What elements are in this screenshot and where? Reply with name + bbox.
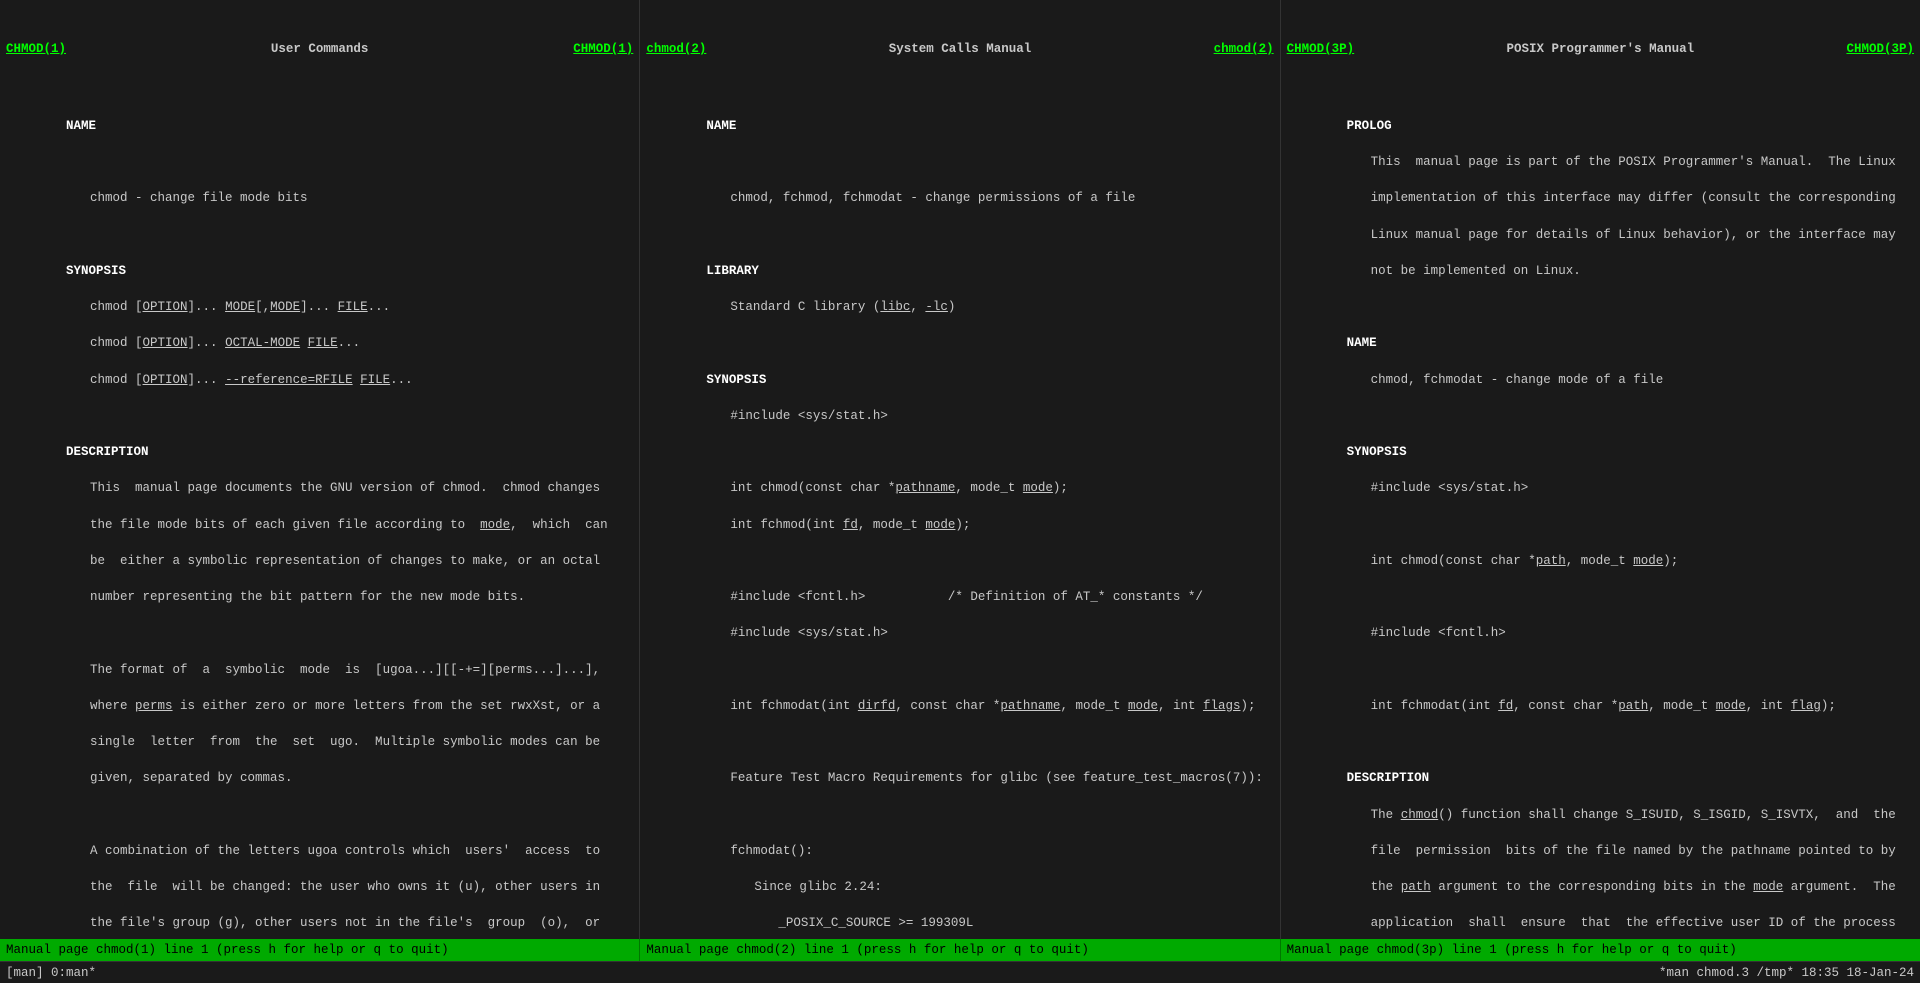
status-bar-3: Manual page chmod(3p) line 1 (press h fo… <box>1280 939 1920 961</box>
panels-container: CHMOD(1) User Commands CHMOD(1) NAME chm… <box>0 0 1920 939</box>
cmd-bar-left: [man] 0:man* <box>6 966 1659 980</box>
panel-chmod3p[interactable]: CHMOD(3P) POSIX Programmer's Manual CHMO… <box>1281 0 1920 939</box>
p3-desc-head: DESCRIPTION <box>1347 771 1430 785</box>
panel2-header-left: chmod(2) <box>646 40 706 58</box>
panel2-header: chmod(2) System Calls Manual chmod(2) <box>646 40 1273 58</box>
panel1-header-left: CHMOD(1) <box>6 40 66 58</box>
panel3-header-right: CHMOD(3P) <box>1846 40 1914 58</box>
p1-name-head: NAME <box>66 119 96 133</box>
panel1-content: NAME chmod - change file mode bits SYNOP… <box>6 99 633 939</box>
p3-prolog-head: PROLOG <box>1347 119 1392 133</box>
p2-name-head: NAME <box>706 119 736 133</box>
status-bar-3-text: Manual page chmod(3p) line 1 (press h fo… <box>1287 943 1737 957</box>
panel3-header-left: CHMOD(3P) <box>1287 40 1355 58</box>
panel2-header-center: System Calls Manual <box>889 40 1032 58</box>
cmd-bar-right: *man chmod.3 /tmp* 18:35 18-Jan-24 <box>1659 966 1914 980</box>
status-bars-row: Manual page chmod(1) line 1 (press h for… <box>0 939 1920 961</box>
panel3-header-center: POSIX Programmer's Manual <box>1507 40 1695 58</box>
p1-synopsis-head: SYNOPSIS <box>66 264 126 278</box>
status-bar-1-text: Manual page chmod(1) line 1 (press h for… <box>6 943 449 957</box>
panel2-header-right: chmod(2) <box>1214 40 1274 58</box>
p3-name-head: NAME <box>1347 336 1377 350</box>
panel1-header-center: User Commands <box>271 40 369 58</box>
p3-synopsis-head: SYNOPSIS <box>1347 445 1407 459</box>
p2-library-head: LIBRARY <box>706 264 759 278</box>
panel-chmod1[interactable]: CHMOD(1) User Commands CHMOD(1) NAME chm… <box>0 0 640 939</box>
panel1-header-right: CHMOD(1) <box>573 40 633 58</box>
panel-chmod2[interactable]: chmod(2) System Calls Manual chmod(2) NA… <box>640 0 1280 939</box>
panel3-content: PROLOG This manual page is part of the P… <box>1287 99 1914 939</box>
p2-synopsis-head: SYNOPSIS <box>706 373 766 387</box>
panel1-header: CHMOD(1) User Commands CHMOD(1) <box>6 40 633 58</box>
panel3-header: CHMOD(3P) POSIX Programmer's Manual CHMO… <box>1287 40 1914 58</box>
panel2-content: NAME chmod, fchmod, fchmodat - change pe… <box>646 99 1273 939</box>
status-bar-2-text: Manual page chmod(2) line 1 (press h for… <box>646 943 1089 957</box>
screen: CHMOD(1) User Commands CHMOD(1) NAME chm… <box>0 0 1920 983</box>
status-bar-2: Manual page chmod(2) line 1 (press h for… <box>639 939 1279 961</box>
p1-desc-head: DESCRIPTION <box>66 445 149 459</box>
status-bar-1: Manual page chmod(1) line 1 (press h for… <box>0 939 639 961</box>
cmd-bar: [man] 0:man* *man chmod.3 /tmp* 18:35 18… <box>0 961 1920 983</box>
